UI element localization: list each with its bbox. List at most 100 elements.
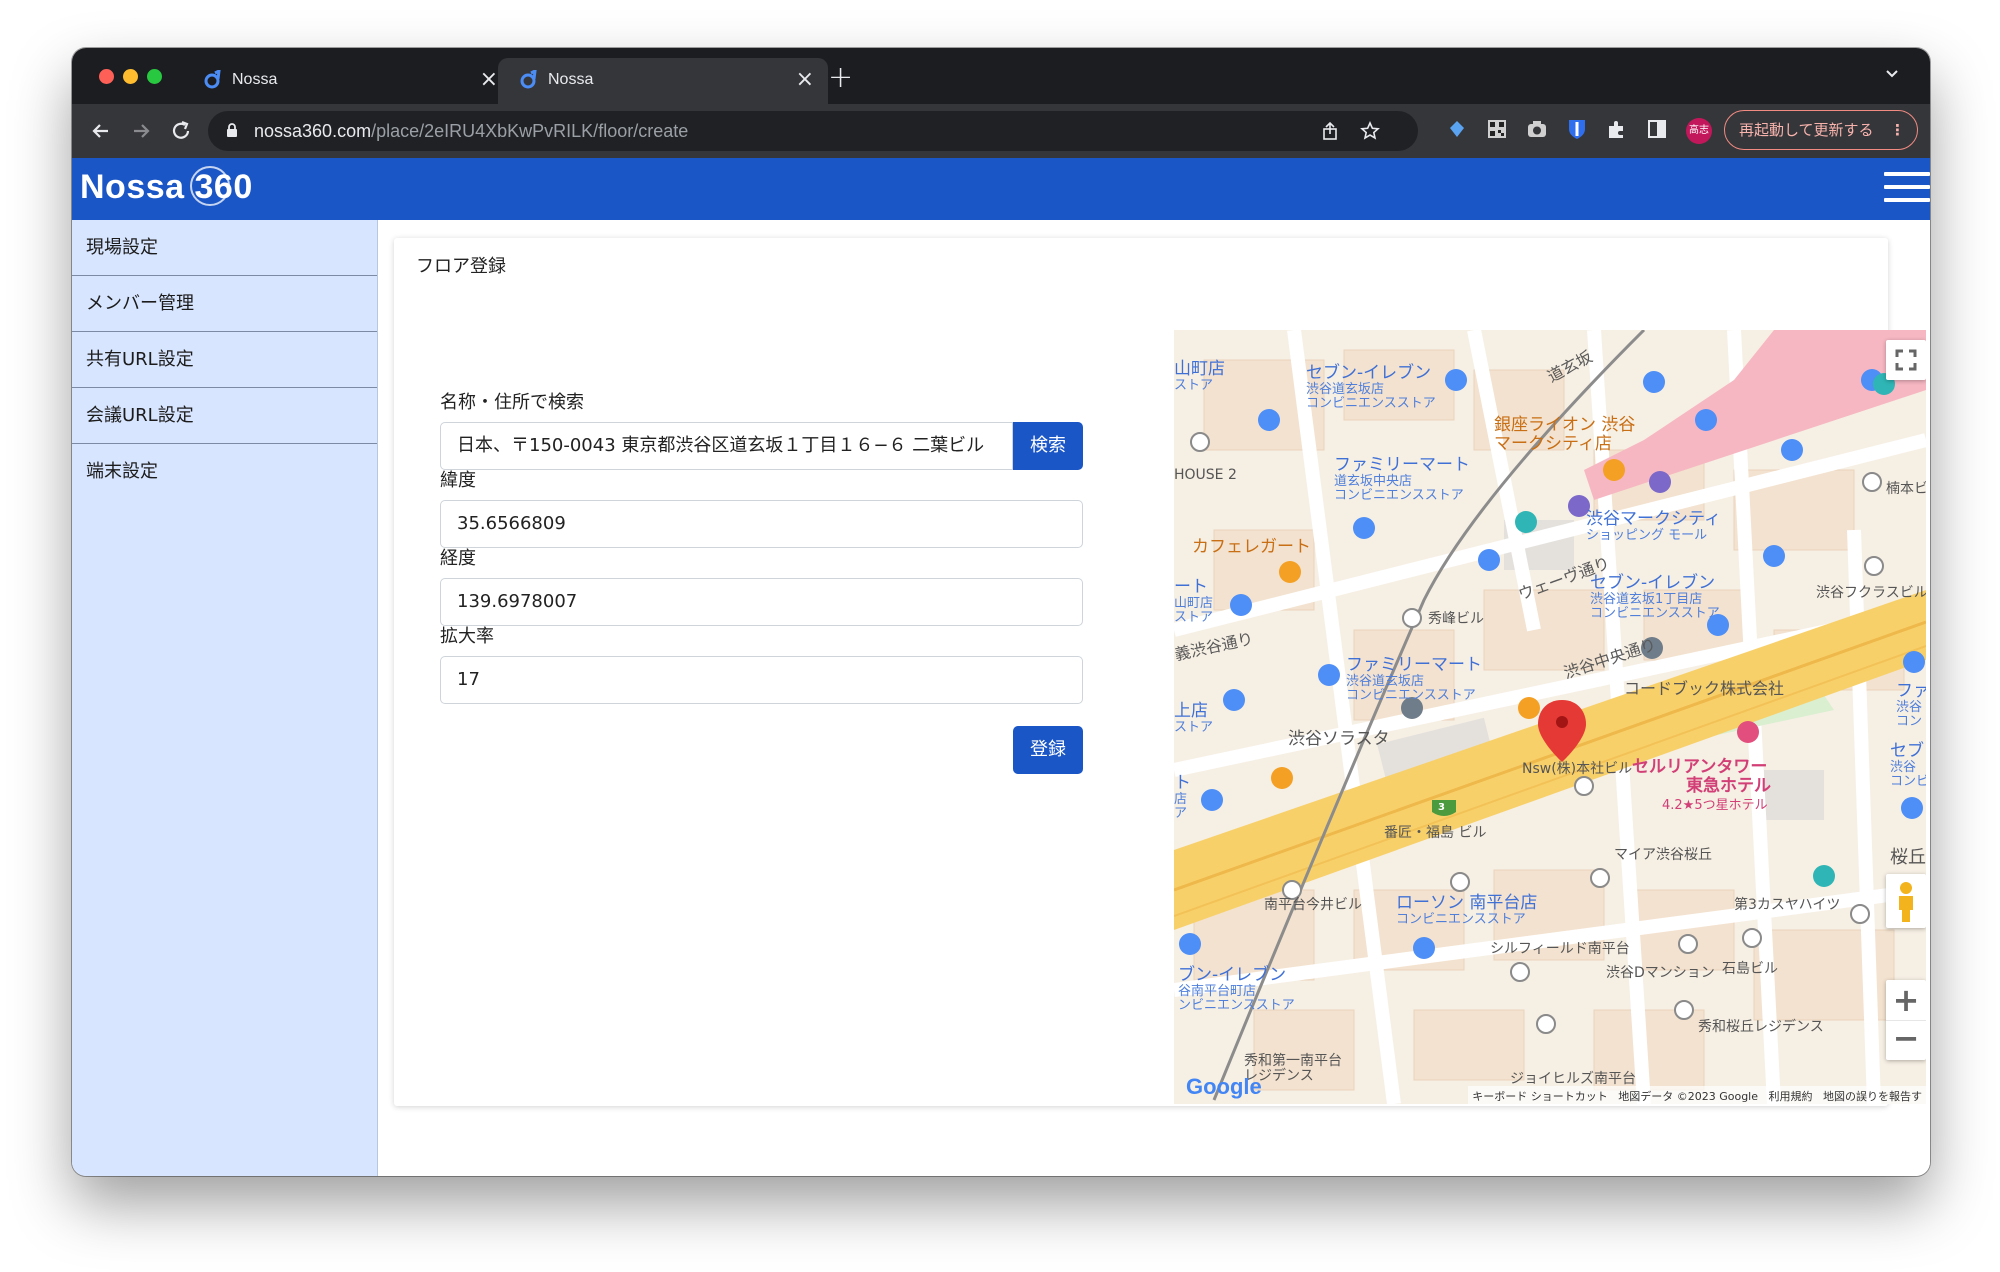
search-button[interactable]: 検索 bbox=[1013, 422, 1083, 470]
map-attribution: キーボード ショートカット 地図データ ©2023 Google 利用規約 地図… bbox=[1468, 1086, 1926, 1104]
relaunch-update-button[interactable]: 再起動して更新する ⋮ bbox=[1724, 110, 1918, 150]
reload-icon[interactable] bbox=[166, 118, 196, 144]
map-label[interactable]: コードブック株式会社 bbox=[1624, 680, 1784, 698]
map-label[interactable]: 銀座ライオン 渋谷 マークシティ店 bbox=[1494, 416, 1635, 453]
side-panel-icon[interactable] bbox=[1646, 118, 1668, 140]
tab-search-chevron-icon[interactable] bbox=[1884, 66, 1900, 82]
google-logo[interactable]: Google bbox=[1186, 1074, 1262, 1100]
bookmark-star-icon[interactable] bbox=[1360, 121, 1380, 141]
map-label[interactable]: ファミリーマート 道玄坂中央店 コンビニエンスストア bbox=[1334, 456, 1470, 503]
app-header: Nossa 360 bbox=[72, 158, 1930, 220]
hamburger-menu-icon[interactable] bbox=[1884, 172, 1930, 206]
nossa-favicon-icon bbox=[520, 70, 537, 89]
map-label[interactable]: シルフィールド南平台 bbox=[1490, 941, 1630, 957]
map-label[interactable]: 上店 ストア bbox=[1174, 702, 1213, 735]
map-label[interactable]: ローソン 南平台店 コンビニエンスストア bbox=[1396, 894, 1537, 927]
map-label[interactable]: 渋谷フクラスビル bbox=[1816, 585, 1926, 601]
map-label[interactable]: 秀峰ビル bbox=[1428, 611, 1484, 627]
map-label[interactable]: セブン-イレブン 渋谷道玄坂店 コンビニエンスストア bbox=[1306, 364, 1436, 411]
sidebar-item-device-settings[interactable]: 端末設定 bbox=[72, 444, 377, 500]
map-label[interactable]: ブン-イレブン 谷南平台町店 ンビニエンスストア bbox=[1178, 966, 1295, 1013]
tab-title: Nossa bbox=[548, 71, 594, 88]
map-label[interactable]: セルリアンタワー 東急ホテル 4.2★5つ星ホテル bbox=[1632, 758, 1771, 814]
url-text[interactable]: nossa360.com/place/2eIRU4XbKwPvRILK/floo… bbox=[254, 121, 688, 142]
zoom-controls: + − bbox=[1886, 980, 1926, 1060]
pegman-glyph bbox=[1899, 882, 1913, 922]
sidebar-item-site-settings[interactable]: 現場設定 bbox=[72, 220, 377, 276]
fullscreen-icon[interactable] bbox=[1886, 340, 1926, 380]
camera-extension-icon[interactable] bbox=[1526, 118, 1548, 140]
tab-bar: Nossa × Nossa × + bbox=[72, 48, 1930, 104]
new-tab-button[interactable]: + bbox=[828, 60, 853, 95]
close-tab-icon[interactable]: × bbox=[480, 67, 498, 92]
minimize-window-button[interactable] bbox=[123, 69, 138, 84]
qr-code-extension-icon[interactable] bbox=[1486, 118, 1508, 140]
map-label[interactable]: ファ 渋谷 コン bbox=[1896, 682, 1926, 729]
google-map[interactable]: セブン-イレブン 渋谷道玄坂店 コンビニエンスストア ファミリーマート 道玄坂中央店コ… bbox=[1174, 330, 1926, 1104]
back-arrow-icon[interactable] bbox=[86, 118, 116, 144]
zoom-in-button[interactable]: + bbox=[1886, 980, 1926, 1020]
browser-tab-2[interactable]: Nossa × bbox=[498, 58, 828, 104]
address-bar[interactable]: nossa360.com/place/2eIRU4XbKwPvRILK/floo… bbox=[208, 111, 1418, 151]
sidebar: 現場設定 メンバー管理 共有URL設定 会議URL設定 端末設定 bbox=[72, 220, 378, 1176]
map-label[interactable]: セブン-イレブン 渋谷道玄坂1丁目店 コンビニエンスストア bbox=[1590, 574, 1720, 621]
lock-icon[interactable] bbox=[226, 122, 238, 138]
sidebar-item-shared-url[interactable]: 共有URL設定 bbox=[72, 332, 377, 388]
hamburger-bar bbox=[1884, 198, 1930, 202]
zoom-input[interactable]: 17 bbox=[440, 656, 1083, 704]
longitude-input[interactable]: 139.6978007 bbox=[440, 578, 1083, 626]
hamburger-bar bbox=[1884, 172, 1930, 176]
map-label[interactable]: マイア渋谷桜丘 bbox=[1614, 847, 1712, 863]
bitwarden-shield-icon[interactable] bbox=[1566, 118, 1588, 140]
latitude-label: 緯度 bbox=[440, 470, 476, 491]
terms-link[interactable]: 利用規約 bbox=[1769, 1090, 1813, 1103]
map-label[interactable]: 渋谷マークシティ ショッピング モール bbox=[1586, 510, 1721, 543]
update-button-label: 再起動して更新する bbox=[1739, 121, 1874, 139]
nossa-favicon-icon bbox=[204, 70, 221, 89]
main-content: フロア登録 名称・住所で検索 日本、〒150-0043 東京都渋谷区道玄坂１丁目… bbox=[378, 220, 1930, 1176]
app-logo[interactable]: Nossa 360 bbox=[80, 166, 253, 207]
map-label[interactable]: 秀和桜丘レジデンス bbox=[1698, 1019, 1824, 1035]
browser-tab-1[interactable]: Nossa × bbox=[182, 58, 512, 104]
logo-ring-icon bbox=[190, 166, 230, 206]
sidebar-item-meeting-url[interactable]: 会議URL設定 bbox=[72, 388, 377, 444]
map-label[interactable]: 番匠・福島 ビル bbox=[1384, 825, 1486, 841]
report-error-link[interactable]: 地図の誤りを報告す bbox=[1823, 1090, 1922, 1103]
map-label[interactable]: 渋谷ソラスタ bbox=[1288, 730, 1390, 749]
map-label[interactable]: 南平台今井ビル bbox=[1264, 897, 1362, 913]
diamond-extension-icon[interactable] bbox=[1446, 118, 1468, 140]
forward-arrow-icon[interactable] bbox=[126, 118, 156, 144]
search-input[interactable]: 日本、〒150-0043 東京都渋谷区道玄坂１丁目１６−６ 二葉ビル bbox=[440, 422, 1013, 470]
map-label[interactable]: 山町店 ストア bbox=[1174, 360, 1225, 393]
keyboard-shortcuts-link[interactable]: キーボード ショートカット bbox=[1472, 1090, 1608, 1103]
route-number-badge: 3 bbox=[1438, 802, 1445, 813]
pegman-icon[interactable] bbox=[1886, 874, 1926, 928]
longitude-label: 経度 bbox=[440, 548, 476, 569]
register-button[interactable]: 登録 bbox=[1013, 726, 1083, 774]
share-icon[interactable] bbox=[1320, 121, 1340, 141]
close-tab-icon[interactable]: × bbox=[796, 67, 814, 92]
map-label[interactable]: カフェレガート bbox=[1192, 538, 1311, 557]
map-label[interactable]: 渋谷Dマンション bbox=[1606, 965, 1715, 981]
floor-register-card: フロア登録 名称・住所で検索 日本、〒150-0043 東京都渋谷区道玄坂１丁目… bbox=[394, 238, 1926, 1106]
map-label[interactable]: 桜丘 bbox=[1890, 848, 1926, 868]
map-label[interactable]: ファミリーマート 渋谷道玄坂店 コンビニエンスストア bbox=[1346, 656, 1482, 703]
latitude-input[interactable]: 35.6566809 bbox=[440, 500, 1083, 548]
maximize-window-button[interactable] bbox=[147, 69, 162, 84]
tab-title: Nossa bbox=[232, 71, 278, 88]
map-label[interactable]: Nsw(株)本社ビル bbox=[1522, 761, 1632, 777]
map-label[interactable]: 第3カスヤハイツ bbox=[1734, 897, 1840, 913]
puzzle-extensions-icon[interactable] bbox=[1606, 118, 1628, 140]
zoom-out-button[interactable]: − bbox=[1886, 1020, 1926, 1060]
close-window-button[interactable] bbox=[99, 69, 114, 84]
map-label[interactable]: HOUSE 2 bbox=[1174, 467, 1237, 483]
map-label[interactable]: ート 山町店 ストア bbox=[1174, 578, 1213, 625]
map-label[interactable]: 楠本ビル bbox=[1886, 481, 1926, 497]
browser-toolbar: nossa360.com/place/2eIRU4XbKwPvRILK/floo… bbox=[72, 104, 1930, 158]
map-label[interactable]: ト店ア bbox=[1174, 774, 1191, 821]
profile-avatar[interactable]: 高志 bbox=[1686, 118, 1712, 144]
map-label[interactable]: セブ 渋谷 コンビ bbox=[1890, 742, 1926, 789]
sidebar-item-member-management[interactable]: メンバー管理 bbox=[72, 276, 377, 332]
browser-menu-icon[interactable]: ⋮ bbox=[1890, 111, 1905, 149]
map-label[interactable]: 石島ビル bbox=[1722, 961, 1778, 977]
